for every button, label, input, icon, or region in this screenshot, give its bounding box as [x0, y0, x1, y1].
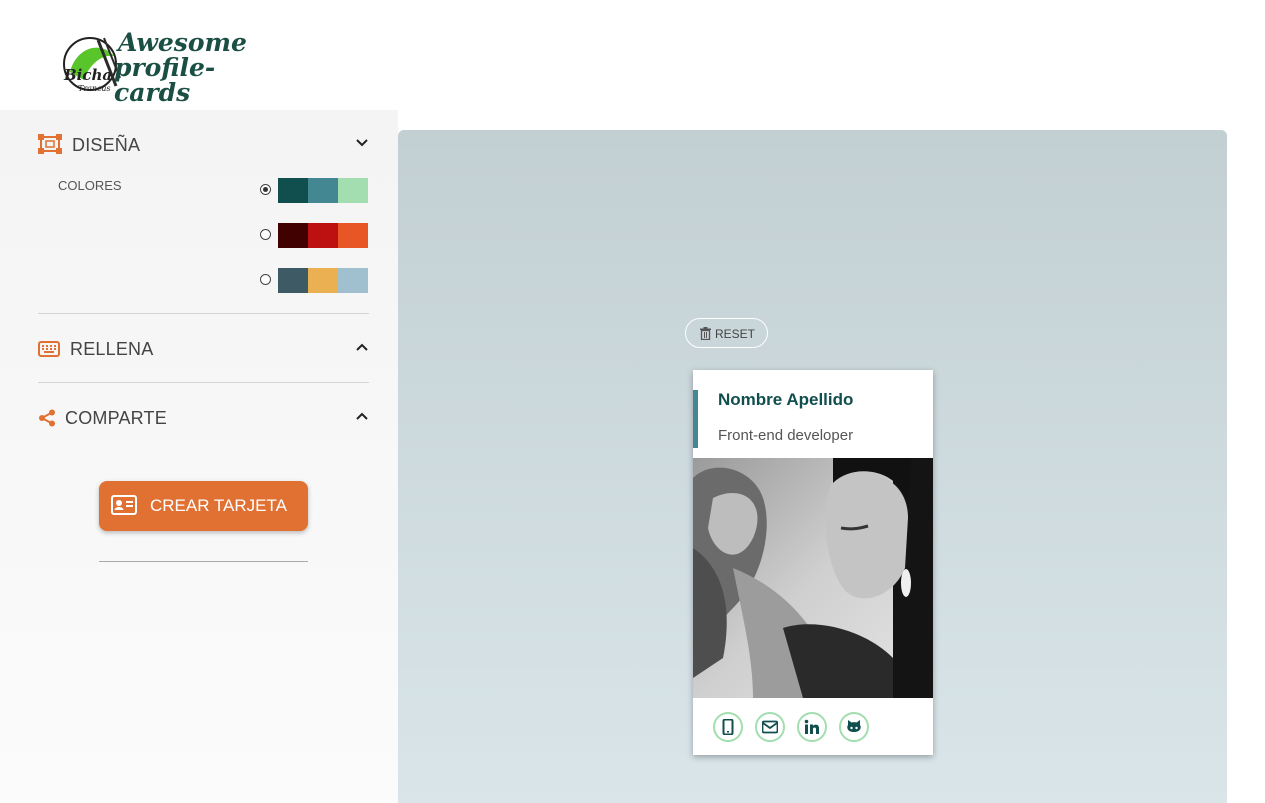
palette-swatch: [308, 178, 338, 203]
app-logo[interactable]: Bicha Trancas Awesome profile-cards: [60, 30, 275, 105]
palette-option-2[interactable]: [260, 223, 370, 249]
chevron-up-icon[interactable]: [355, 340, 369, 354]
palette-swatch: [338, 223, 368, 248]
design-section-header[interactable]: DISEÑA: [38, 130, 369, 160]
trash-icon: [700, 327, 711, 340]
linkedin-social-button[interactable]: [797, 712, 827, 742]
share-section-header[interactable]: COMPARTE: [38, 403, 369, 433]
palette-option-3[interactable]: [260, 268, 370, 294]
palette-radio[interactable]: [260, 184, 271, 195]
palette-swatch: [308, 268, 338, 293]
profile-card: Nombre Apellido Front-end developer: [693, 370, 933, 755]
sidebar: DISEÑA COLORES RELLENA COMPARTE CREAR TA…: [0, 110, 398, 803]
palette-swatch: [278, 268, 308, 293]
github-social-button[interactable]: [839, 712, 869, 742]
reset-label: RESET: [715, 327, 756, 341]
share-section-title: COMPARTE: [65, 408, 167, 428]
logo-text: Awesome profile-cards: [114, 30, 275, 105]
object-group-icon: [38, 134, 62, 154]
palette-swatch: [278, 223, 308, 248]
app-header: Bicha Trancas Awesome profile-cards: [0, 0, 1265, 110]
design-section-title: DISEÑA: [72, 135, 141, 155]
keyboard-icon: [38, 341, 60, 357]
card-photo: [693, 458, 933, 698]
section-divider: [38, 382, 369, 383]
fill-section-title: RELLENA: [70, 339, 154, 359]
create-card-label: CREAR TARJETA: [150, 496, 287, 515]
svg-text:Trancas: Trancas: [78, 84, 110, 93]
svg-text:Bicha: Bicha: [63, 66, 112, 84]
reset-button[interactable]: RESET: [685, 318, 768, 348]
logo-line-2: profile-cards: [114, 53, 216, 107]
create-card-divider: [99, 561, 308, 562]
card-accent-bar: [693, 390, 698, 448]
github-icon: [847, 720, 861, 732]
card-job: Front-end developer: [718, 427, 854, 444]
palette-swatch: [338, 268, 368, 293]
card-preview-area: RESET Nombre Apellido Front-end develope…: [398, 130, 1227, 803]
card-name: Nombre Apellido: [718, 390, 854, 409]
colors-label: COLORES: [58, 178, 122, 193]
linkedin-icon: [804, 719, 819, 734]
create-card-button[interactable]: CREAR TARJETA: [99, 481, 308, 531]
mobile-social-button[interactable]: [713, 712, 743, 742]
palette-option-1[interactable]: [260, 178, 370, 204]
chevron-up-icon[interactable]: [355, 409, 369, 423]
fill-section-header[interactable]: RELLENA: [38, 334, 369, 364]
share-icon: [39, 409, 55, 427]
address-card-icon: [111, 495, 137, 515]
palette-swatch: [278, 178, 308, 203]
palette-swatch: [338, 178, 368, 203]
chevron-down-icon[interactable]: [355, 136, 369, 150]
envelope-icon: [762, 720, 778, 734]
mobile-icon: [722, 719, 734, 735]
email-social-button[interactable]: [755, 712, 785, 742]
logo-line-1: Awesome: [118, 28, 247, 57]
palette-radio[interactable]: [260, 274, 271, 285]
section-divider: [38, 313, 369, 314]
palette-swatch: [308, 223, 338, 248]
palette-radio[interactable]: [260, 229, 271, 240]
